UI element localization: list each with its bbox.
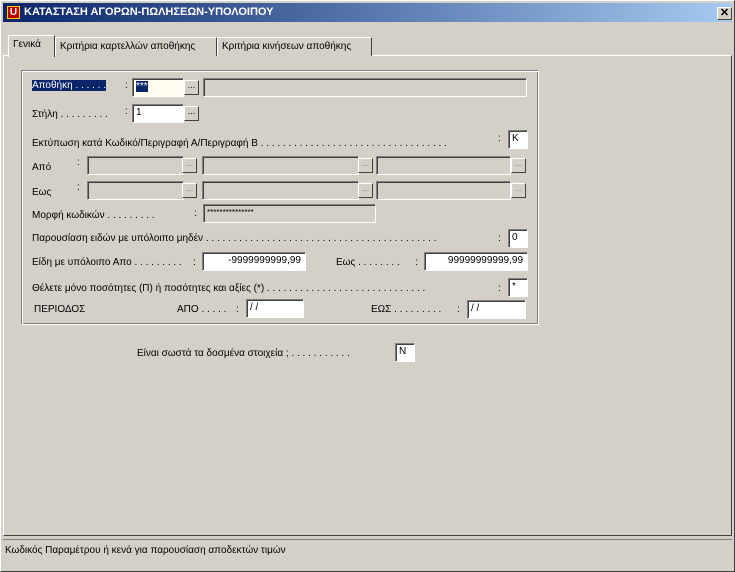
zero-balance-colon: : <box>498 233 501 244</box>
period-from-date-input[interactable]: / / <box>246 299 304 318</box>
column-input[interactable]: 1 <box>132 104 184 123</box>
period-to-date-input[interactable]: / / <box>467 300 526 319</box>
print-by-label: Εκτύπωση κατά Κωδικό/Περιγραφή Α/Περιγρα… <box>32 138 447 149</box>
from-description-a-field[interactable] <box>202 156 359 175</box>
print-by-colon: : <box>498 133 501 144</box>
to-colon: : <box>77 182 80 193</box>
warehouse-description-field <box>203 78 527 97</box>
code-format-colon: : <box>194 208 197 219</box>
period-to-colon: : <box>457 304 460 315</box>
from-description-b-field[interactable] <box>376 156 511 175</box>
balance-from-label: Είδη με υπόλοιπο Απο . . . . . . . . . <box>32 257 182 268</box>
zero-balance-input[interactable]: 0 <box>508 229 528 248</box>
to-code-lookup-button[interactable]: ... <box>182 183 197 198</box>
warehouse-code-input[interactable]: *** <box>132 78 184 97</box>
qty-or-values-input[interactable]: * <box>508 278 528 297</box>
close-button[interactable]: ✕ <box>717 7 732 20</box>
main-window: U ΚΑΤΑΣΤΑΣΗ ΑΓΟΡΩΝ-ΠΩΛΗΣΕΩΝ-ΥΠΟΛΟΙΠΟΥ ✕ … <box>0 0 735 572</box>
from-description-a-lookup-button[interactable]: ... <box>358 158 373 173</box>
title-bar: U ΚΑΤΑΣΤΑΣΗ ΑΓΟΡΩΝ-ΠΩΛΗΣΕΩΝ-ΥΠΟΛΟΙΠΟΥ ✕ <box>3 3 732 22</box>
column-lookup-button[interactable]: ... <box>184 106 199 121</box>
tab-warehouse-card-criteria[interactable]: Κριτήρια καρτελλών αποθήκης <box>55 37 217 56</box>
period-from-label: ΑΠΟ . . . . . <box>177 304 227 315</box>
from-colon: : <box>77 157 80 168</box>
balance-to-label: Εως . . . . . . . . <box>336 257 400 268</box>
warehouse-label: Αποθήκη . . . . . . <box>32 80 107 91</box>
print-by-input[interactable]: K <box>508 130 528 149</box>
balance-to-colon: : <box>415 257 418 268</box>
balance-from-colon: : <box>193 257 196 268</box>
window-title: ΚΑΤΑΣΤΑΣΗ ΑΓΟΡΩΝ-ΠΩΛΗΣΕΩΝ-ΥΠΟΛΟΙΠΟΥ <box>24 6 274 18</box>
from-code-field[interactable] <box>87 156 184 175</box>
from-label: Από <box>32 162 52 173</box>
code-format-field: *************** <box>203 204 376 223</box>
balance-from-input[interactable]: -9999999999,99 <box>202 252 306 271</box>
column-label: Στήλη . . . . . . . . . <box>32 109 108 120</box>
to-description-a-lookup-button[interactable]: ... <box>358 183 373 198</box>
period-from-colon: : <box>236 304 239 315</box>
column-colon: : <box>125 106 128 117</box>
from-code-lookup-button[interactable]: ... <box>182 158 197 173</box>
confirm-label: Είναι σωστά τα δοσμένα στοιχεία ; . . . … <box>137 348 350 359</box>
status-bar: Κωδικός Παραμέτρου ή κενά για παρουσίαση… <box>3 539 732 569</box>
app-icon: U <box>7 6 20 19</box>
qty-or-values-label: Θέλετε μόνο ποσότητες (Π) ή ποσότητες κα… <box>32 283 426 294</box>
status-text: Κωδικός Παραμέτρου ή κενά για παρουσίαση… <box>5 545 286 556</box>
to-code-field[interactable] <box>87 181 184 200</box>
confirm-input[interactable]: N <box>395 343 415 362</box>
qty-or-values-colon: : <box>498 283 501 294</box>
period-to-label: ΕΩΣ . . . . . . . . . <box>371 304 442 315</box>
to-description-b-field[interactable] <box>376 181 511 200</box>
warehouse-colon: : <box>125 80 128 91</box>
to-description-b-lookup-button[interactable]: ... <box>511 183 526 198</box>
to-description-a-field[interactable] <box>202 181 359 200</box>
balance-to-input[interactable]: 99999999999,99 <box>424 252 528 271</box>
tab-warehouse-movement-criteria[interactable]: Κριτήρια κινήσεων αποθήκης <box>217 37 372 56</box>
tab-general[interactable]: Γενικά <box>8 35 55 57</box>
from-description-b-lookup-button[interactable]: ... <box>511 158 526 173</box>
warehouse-lookup-button[interactable]: ... <box>184 80 199 95</box>
zero-balance-label: Παρουσίαση ειδών με υπόλοιπο μηδέν . . .… <box>32 233 437 244</box>
to-label: Εως <box>32 187 52 198</box>
code-format-label: Μορφή κωδικών . . . . . . . . . <box>32 210 155 221</box>
period-label: ΠΕΡΙΟΔΟΣ <box>34 304 86 315</box>
